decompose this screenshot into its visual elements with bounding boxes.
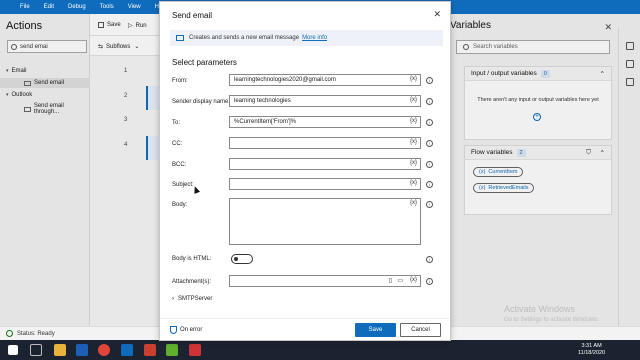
dialog-footer: On error Save Cancel <box>160 318 450 340</box>
status-ok-icon <box>6 330 13 337</box>
body-is-html-toggle[interactable] <box>231 254 253 264</box>
variable-picker-icon[interactable]: {x} <box>410 277 417 283</box>
subject-field[interactable]: {x} <box>229 178 421 190</box>
help-icon[interactable]: i <box>426 140 433 147</box>
uipath-icon[interactable] <box>76 344 88 356</box>
recorder-icon[interactable] <box>189 344 201 356</box>
menu-debug[interactable]: Debug <box>61 4 93 10</box>
menu-tools[interactable]: Tools <box>93 4 121 10</box>
variable-picker-icon[interactable]: {x} <box>410 76 417 82</box>
close-icon[interactable]: ✕ <box>433 9 441 20</box>
chevron-right-icon: › <box>172 296 174 302</box>
variable-picker-icon[interactable]: {x} <box>410 139 417 145</box>
help-icon[interactable]: i <box>426 181 433 188</box>
section-title: Select parameters <box>172 58 237 67</box>
menu-edit[interactable]: Edit <box>37 4 61 10</box>
from-value: learningtechnologies2020@gmail.com <box>234 77 336 83</box>
bcc-label: BCC: <box>172 162 187 168</box>
sender-display-name-field[interactable]: learning technologies {x} <box>229 95 421 107</box>
variable-picker-icon[interactable]: {x} <box>410 160 417 166</box>
sender-display-name-label: Sender display name: <box>172 99 231 105</box>
variable-picker-icon[interactable]: {x} <box>410 118 417 124</box>
attachments-field[interactable]: ▯ ▭ {x} <box>229 275 421 287</box>
attachments-label: Attachment(s): <box>172 279 212 285</box>
chrome-icon[interactable] <box>98 344 110 356</box>
smtp-server-expander[interactable]: › SMTPServer <box>172 296 212 302</box>
file-icon[interactable]: ▯ <box>389 277 392 284</box>
on-error-button[interactable]: On error <box>170 326 202 334</box>
subject-label: Subject: <box>172 182 194 188</box>
bcc-field[interactable]: {x} <box>229 158 421 170</box>
cancel-button[interactable]: Cancel <box>400 323 441 337</box>
help-icon[interactable]: i <box>426 201 433 208</box>
menu-file[interactable]: File <box>0 4 37 10</box>
help-icon[interactable]: i <box>426 119 433 126</box>
help-icon[interactable]: i <box>426 256 433 263</box>
smtp-server-label: SMTPServer <box>178 296 213 302</box>
send-email-dialog: Send email ✕ Creates and sends a new ema… <box>159 1 451 341</box>
windows-start-icon[interactable] <box>8 345 18 355</box>
save-button[interactable]: Save <box>355 323 396 337</box>
help-icon[interactable]: i <box>426 98 433 105</box>
to-value: %CurrentItem['From']% <box>234 119 296 125</box>
email-icon <box>176 35 184 41</box>
variable-picker-icon[interactable]: {x} <box>410 97 417 103</box>
shield-icon <box>170 326 177 334</box>
cc-label: CC: <box>172 141 183 147</box>
info-bar: Creates and sends a new email message Mo… <box>170 30 443 46</box>
toggle-knob <box>234 257 238 261</box>
variable-picker-icon[interactable]: {x} <box>410 200 417 206</box>
body-field[interactable]: {x} <box>229 198 421 245</box>
help-icon[interactable]: i <box>426 77 433 84</box>
variable-picker-icon[interactable]: {x} <box>410 180 417 186</box>
menu-view[interactable]: View <box>121 4 148 10</box>
clock[interactable]: 3:31 AM 11/18/2020 <box>578 343 605 357</box>
to-label: To: <box>172 120 181 126</box>
file-explorer-icon[interactable] <box>54 344 66 356</box>
body-label: Body: <box>172 202 188 208</box>
from-field[interactable]: learningtechnologies2020@gmail.com {x} <box>229 74 421 86</box>
app-icon[interactable] <box>144 344 156 356</box>
camtasia-icon[interactable] <box>166 344 178 356</box>
sender-display-name-value: learning technologies <box>234 98 291 104</box>
clock-date: 11/18/2020 <box>578 350 606 356</box>
body-is-html-label: Body is HTML: <box>172 256 212 262</box>
on-error-label: On error <box>180 327 203 333</box>
task-view-icon[interactable] <box>30 344 42 356</box>
status-text: Status: Ready <box>17 330 55 337</box>
folder-icon[interactable]: ▭ <box>397 277 403 284</box>
cc-field[interactable]: {x} <box>229 137 421 149</box>
help-icon[interactable]: i <box>426 278 433 285</box>
clock-time: 3:31 AM <box>581 343 602 349</box>
to-field[interactable]: %CurrentItem['From']% {x} <box>229 116 421 128</box>
help-icon[interactable]: i <box>426 161 433 168</box>
info-text: Creates and sends a new email message <box>189 35 300 41</box>
from-label: From: <box>172 78 188 84</box>
more-info-link[interactable]: More info <box>302 35 327 41</box>
dialog-title: Send email <box>172 11 213 20</box>
power-automate-icon[interactable] <box>121 344 133 356</box>
taskbar: 3:31 AM 11/18/2020 <box>0 340 640 360</box>
